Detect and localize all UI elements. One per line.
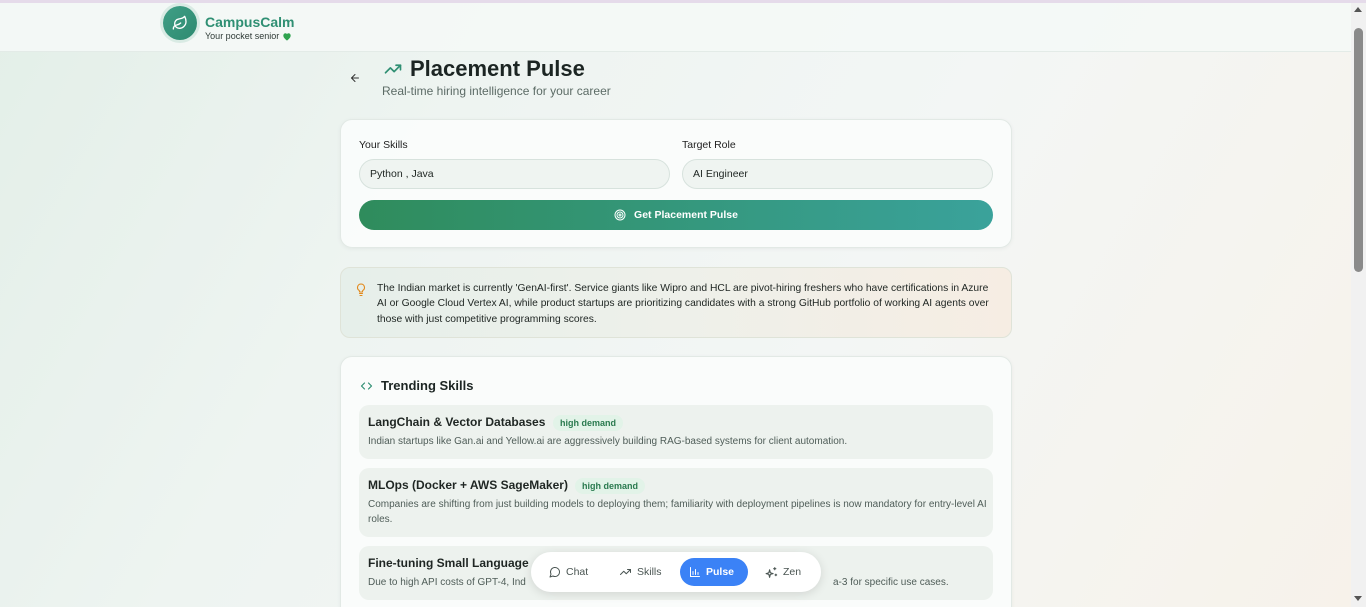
scrollbar-thumb[interactable] [1354,28,1363,272]
skill-name: MLOps (Docker + AWS SageMaker) [368,478,568,492]
bottom-navigation: Chat Skills Pulse Zen [531,552,821,592]
scroll-up-arrow-icon[interactable] [1354,7,1362,12]
app-header: CampusCalm Your pocket senior [0,3,1351,52]
arrow-left-icon [351,74,359,82]
chat-icon [549,567,560,578]
lightbulb-icon [357,283,365,297]
nav-pulse[interactable]: Pulse [680,558,748,586]
skill-description-tail: a-3 for specific use cases. [833,577,949,588]
trending-skills-title: Trending Skills [381,378,474,393]
trending-skills-header: Trending Skills [359,378,473,393]
skill-item[interactable]: MLOps (Docker + AWS SageMaker) high dema… [359,468,993,537]
scroll-down-arrow-icon[interactable] [1354,596,1362,601]
skill-name: LangChain & Vector Databases [368,415,546,429]
skill-name: Fine-tuning Small Language [368,556,529,570]
insight-text: The Indian market is currently 'GenAI-fi… [377,283,989,325]
trending-up-icon [384,64,402,74]
tagline-text: Your pocket senior [205,31,280,41]
nav-zen[interactable]: Zen [756,558,810,586]
heart-icon [283,32,291,41]
skill-description: Indian startups like Gan.ai and Yellow.a… [368,436,848,447]
demand-badge: high demand [575,478,645,494]
leaf-icon [172,15,187,30]
title-row: Placement Pulse [382,56,585,82]
page-title: Placement Pulse [410,56,585,81]
nav-zen-label: Zen [783,566,802,578]
skills-label: Your Skills [359,139,408,151]
skill-description: Due to high API costs of GPT-4, Ind [368,577,526,588]
nav-pulse-label: Pulse [706,566,735,578]
nav-chat[interactable]: Chat [540,558,597,586]
market-insight-card: The Indian market is currently 'GenAI-fi… [340,267,1012,338]
placement-form-card: Your Skills Python , Java Target Role AI… [340,119,1012,248]
bar-chart-icon [690,567,700,577]
skill-description: Companies are shifting from just buildin… [368,499,987,525]
logo[interactable] [163,6,197,40]
demand-badge: high demand [553,415,623,431]
code-icon [360,381,373,390]
sparkles-icon [765,566,778,578]
nav-skills-label: Skills [637,566,662,578]
nav-chat-label: Chat [566,566,589,578]
target-icon [614,209,626,221]
role-label: Target Role [682,139,736,151]
target-role-input[interactable]: AI Engineer [682,159,993,189]
brand-tagline: Your pocket senior [205,31,292,41]
back-button[interactable] [346,70,364,86]
skill-item[interactable]: LangChain & Vector Databases high demand… [359,405,993,459]
brand-name: CampusCalm [205,14,295,30]
get-placement-pulse-button[interactable]: Get Placement Pulse [359,200,993,230]
nav-skills[interactable]: Skills [610,558,671,586]
skills-input[interactable]: Python , Java [359,159,670,189]
submit-button-label: Get Placement Pulse [634,209,738,221]
page-subtitle: Real-time hiring intelligence for your c… [382,84,611,98]
trending-icon [620,569,631,575]
